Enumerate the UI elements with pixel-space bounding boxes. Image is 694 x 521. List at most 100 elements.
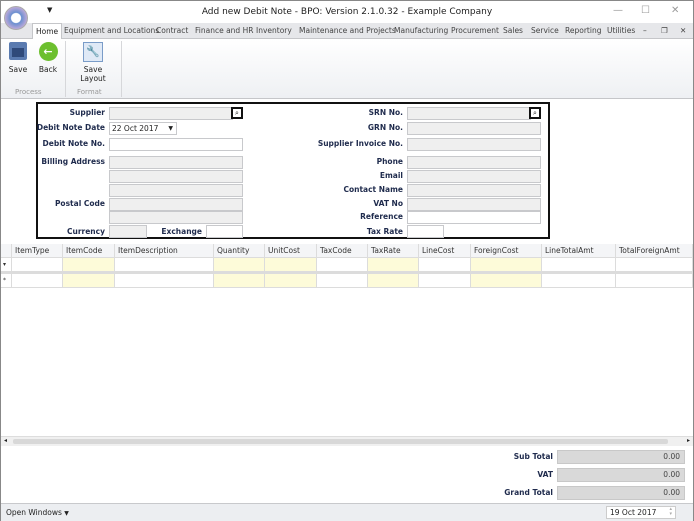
table-cell[interactable]: [214, 258, 265, 272]
scroll-right-icon[interactable]: ▸: [687, 437, 690, 444]
status-bar: Open Windows ▼ 19 Oct 2017 ▴ ▾: [1, 503, 693, 521]
table-cell[interactable]: [12, 258, 63, 272]
close-button[interactable]: ✕: [671, 5, 679, 16]
sub-total-value: 0.00: [557, 450, 685, 464]
new-row-cell[interactable]: [214, 274, 265, 288]
phone-field[interactable]: [407, 156, 541, 169]
table-cell[interactable]: [265, 258, 317, 272]
maximize-button[interactable]: ☐: [641, 5, 650, 16]
new-row-cell[interactable]: [419, 274, 471, 288]
supplier-field[interactable]: [109, 107, 233, 120]
grn-no-label: GRN No.: [367, 123, 403, 132]
billing-address-line1[interactable]: [109, 156, 243, 169]
spinner-icon[interactable]: ▴ ▾: [669, 507, 672, 517]
tab-inventory[interactable]: Inventory: [256, 23, 292, 39]
mdi-close-icon[interactable]: ✕: [680, 23, 686, 39]
horizontal-scrollbar[interactable]: ◂ ▸: [1, 436, 693, 446]
supplier-invoice-field[interactable]: [407, 138, 541, 151]
tab-contract[interactable]: Contract: [156, 23, 188, 39]
tab-sales[interactable]: Sales: [503, 23, 523, 39]
table-cell[interactable]: [419, 258, 471, 272]
column-header-taxrate[interactable]: TaxRate: [368, 244, 419, 258]
vat-no-field[interactable]: [407, 198, 541, 211]
postal-code-label: Postal Code: [54, 199, 105, 208]
new-row-cell[interactable]: [317, 274, 368, 288]
billing-address-line2[interactable]: [109, 170, 243, 183]
column-header-quantity[interactable]: Quantity: [214, 244, 265, 258]
new-row-cell[interactable]: [265, 274, 317, 288]
new-row-cell[interactable]: [115, 274, 214, 288]
status-date-spinner[interactable]: 19 Oct 2017 ▴ ▾: [606, 506, 676, 519]
reference-field[interactable]: [407, 211, 541, 224]
tax-rate-field[interactable]: [407, 225, 444, 238]
ribbon-separator: [65, 41, 66, 97]
back-arrow-icon: ←: [38, 42, 58, 61]
quick-access-dropdown-icon[interactable]: ▼: [47, 6, 52, 14]
exchange-field[interactable]: [206, 225, 243, 238]
row-indicator[interactable]: *: [1, 274, 12, 288]
column-header-taxcode[interactable]: TaxCode: [317, 244, 368, 258]
column-header-itemtype[interactable]: ItemType: [12, 244, 63, 258]
column-header-foreigncost[interactable]: ForeignCost: [471, 244, 542, 258]
table-cell[interactable]: [616, 258, 693, 272]
new-row-cell[interactable]: [542, 274, 616, 288]
app-logo-icon[interactable]: [4, 6, 28, 30]
grn-no-field[interactable]: [407, 122, 541, 135]
column-header-unitcost[interactable]: UnitCost: [265, 244, 317, 258]
debit-note-date-label: Debit Note Date: [36, 123, 105, 132]
table-cell[interactable]: [63, 258, 115, 272]
tab-procurement[interactable]: Procurement: [451, 23, 499, 39]
tab-finance[interactable]: Finance and HR: [195, 23, 253, 39]
table-cell[interactable]: [368, 258, 419, 272]
debit-note-date-picker[interactable]: 22 Oct 2017 ▼: [109, 122, 177, 135]
postal-code-line2[interactable]: [109, 211, 243, 224]
new-row-cell[interactable]: [616, 274, 693, 288]
column-header-linecost[interactable]: LineCost: [419, 244, 471, 258]
chevron-down-icon[interactable]: ▼: [168, 123, 173, 134]
save-layout-button[interactable]: 🔧 Save Layout: [70, 42, 116, 83]
phone-label: Phone: [376, 157, 403, 166]
scrollbar-thumb[interactable]: [13, 439, 668, 444]
new-row-cell[interactable]: [368, 274, 419, 288]
mdi-restore-icon[interactable]: ❐: [661, 23, 668, 39]
table-cell[interactable]: [471, 258, 542, 272]
new-row-cell[interactable]: [12, 274, 63, 288]
column-header-linetotalamt[interactable]: LineTotalAmt: [542, 244, 616, 258]
mdi-minimize-icon[interactable]: –: [643, 23, 647, 39]
new-row-cell[interactable]: [63, 274, 115, 288]
save-button[interactable]: Save: [6, 42, 30, 74]
srn-search-icon[interactable]: ⌕: [529, 107, 541, 119]
tab-equipment[interactable]: Equipment and Locations: [64, 23, 159, 39]
billing-address-line3[interactable]: [109, 184, 243, 197]
contact-name-field[interactable]: [407, 184, 541, 197]
open-windows-button[interactable]: Open Windows ▼: [6, 508, 69, 517]
column-header-itemcode[interactable]: ItemCode: [63, 244, 115, 258]
tab-service[interactable]: Service: [531, 23, 559, 39]
table-cell[interactable]: [115, 258, 214, 272]
currency-label: Currency: [66, 227, 105, 236]
new-row-cell[interactable]: [471, 274, 542, 288]
scroll-left-icon[interactable]: ◂: [4, 437, 7, 444]
email-field[interactable]: [407, 170, 541, 183]
tab-maintenance[interactable]: Maintenance and Projects: [299, 23, 396, 39]
table-cell[interactable]: [542, 258, 616, 272]
srn-no-field[interactable]: [407, 107, 531, 120]
srn-no-label: SRN No.: [368, 108, 403, 117]
minimize-button[interactable]: —: [613, 5, 623, 16]
row-separator: [1, 272, 693, 274]
back-button[interactable]: ← Back: [35, 42, 61, 74]
table-cell[interactable]: [317, 258, 368, 272]
tab-manufacturing[interactable]: Manufacturing: [394, 23, 448, 39]
chevron-down-icon: ▼: [64, 510, 69, 517]
column-header-totalforeignamt[interactable]: TotalForeignAmt: [616, 244, 693, 258]
row-indicator[interactable]: ▾: [1, 258, 12, 272]
tab-reporting[interactable]: Reporting: [565, 23, 601, 39]
debit-note-no-field[interactable]: [109, 138, 243, 151]
column-header-itemdescription[interactable]: ItemDescription: [115, 244, 214, 258]
billing-address-label: Billing Address: [41, 157, 105, 166]
vat-label: VAT: [537, 470, 553, 479]
supplier-search-icon[interactable]: ⌕: [231, 107, 243, 119]
tab-home[interactable]: Home: [32, 23, 63, 39]
tab-utilities[interactable]: Utilities: [607, 23, 635, 39]
postal-code-field[interactable]: [109, 198, 243, 211]
